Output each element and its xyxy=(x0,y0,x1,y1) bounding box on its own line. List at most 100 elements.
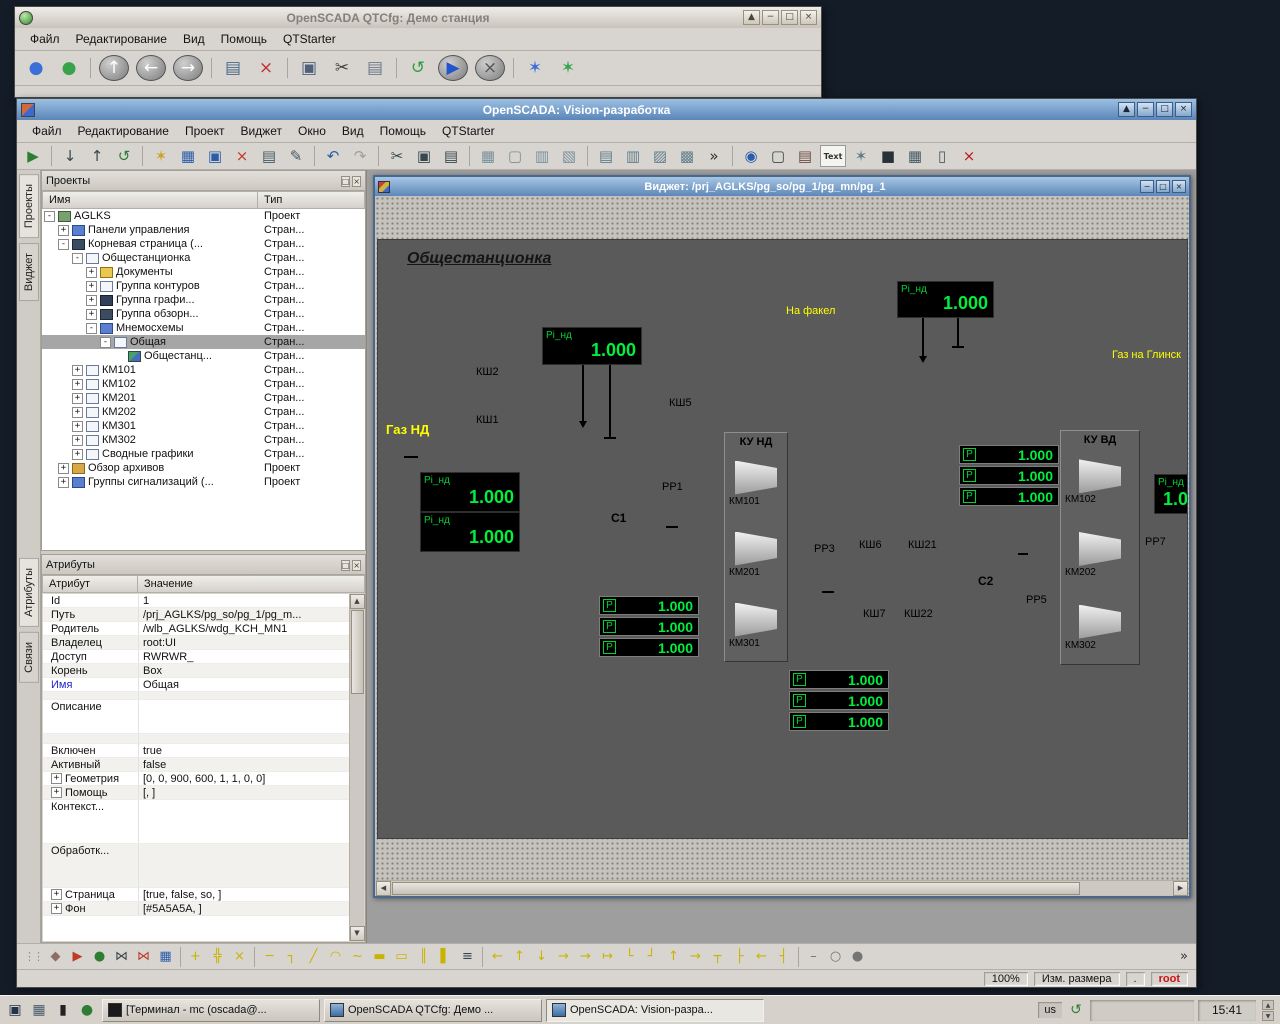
new-container-icon[interactable]: ▦ xyxy=(176,145,200,167)
scroll-up-icon[interactable]: ▲ xyxy=(350,594,365,609)
qtstarter-tray-icon[interactable]: ↺ xyxy=(1066,1000,1086,1020)
toolbar-overflow-icon[interactable]: » xyxy=(1176,949,1192,964)
pipe-down-icon[interactable]: ↓ xyxy=(531,946,552,967)
run-widget-icon[interactable]: ▶ xyxy=(67,946,88,967)
stop-periodic-icon[interactable]: × xyxy=(475,55,505,81)
paste-icon[interactable]: ▤ xyxy=(439,145,463,167)
widget-window-titlebar[interactable]: Виджет: /prj_AGLKS/pg_so/pg_1/pg_mn/pg_1… xyxy=(375,177,1189,196)
tree-row[interactable]: -ОбщаяСтран... xyxy=(42,335,365,349)
widget-edit-icon[interactable]: ✎ xyxy=(284,145,308,167)
new-library-icon[interactable]: ✶ xyxy=(149,145,173,167)
view-resize-icon[interactable]: ▢ xyxy=(503,145,527,167)
tree-expander[interactable]: + xyxy=(72,449,83,460)
paste-item-icon[interactable]: ▤ xyxy=(360,55,390,81)
refresh-icon[interactable]: ↺ xyxy=(403,55,433,81)
attr-row[interactable]: Включенtrue xyxy=(43,744,349,758)
tree-row[interactable]: -ОбщестанционкаСтран... xyxy=(42,251,365,265)
attr-value[interactable]: true xyxy=(139,744,349,757)
hscroll-track[interactable] xyxy=(391,881,1173,896)
show-desktop-icon[interactable]: ▣ xyxy=(4,999,26,1021)
lib-close-icon[interactable]: × xyxy=(957,145,981,167)
tree-row[interactable]: +КМ302Стран... xyxy=(42,433,365,447)
fig-cursor-icon[interactable]: + xyxy=(185,946,206,967)
attr-row[interactable]: +Фон[#5A5A5A, ] xyxy=(43,902,349,916)
pager-icon[interactable]: ▦ xyxy=(28,999,50,1021)
align-center-icon[interactable]: ▥ xyxy=(621,145,645,167)
fig-bezier-icon[interactable]: ~ xyxy=(347,946,368,967)
attr-value[interactable]: RWRWR_ xyxy=(139,650,349,663)
menu-item-Файл[interactable]: Файл xyxy=(25,122,69,140)
tree-expander[interactable]: + xyxy=(86,309,97,320)
attr-value[interactable]: [true, false, so, ] xyxy=(139,888,349,901)
menu-item-Помощь[interactable]: Помощь xyxy=(373,122,433,140)
pipe-right3-icon[interactable]: → xyxy=(685,946,706,967)
close-button[interactable]: × xyxy=(352,560,361,571)
dock-tab-Атрибуты[interactable]: Атрибуты xyxy=(19,558,39,627)
pipe-left-icon[interactable]: ← xyxy=(487,946,508,967)
qtcfg-titlebar[interactable]: OpenSCADA QTCfg: Демо станция ▲−□× xyxy=(15,7,821,28)
pipe-elbow-up-icon[interactable]: └ xyxy=(619,946,640,967)
maximize-button[interactable]: □ xyxy=(781,10,798,25)
toolbar-overflow-icon[interactable]: » xyxy=(702,145,726,167)
taskbar-up-icon[interactable]: ▲ xyxy=(1262,1000,1274,1010)
save-db-icon[interactable]: ● xyxy=(54,55,84,81)
view-levels-icon[interactable]: ▥ xyxy=(530,145,554,167)
dock-tab-Проекты[interactable]: Проекты xyxy=(19,174,39,238)
fig-diagonal-icon[interactable]: ╱ xyxy=(303,946,324,967)
attr-row[interactable]: КореньBox xyxy=(43,664,349,678)
fig-line-icon[interactable]: ─ xyxy=(259,946,280,967)
menu-item-QTStarter[interactable]: QTStarter xyxy=(276,30,343,48)
fig-corner-icon[interactable]: ┐ xyxy=(281,946,302,967)
scroll-thumb[interactable] xyxy=(351,610,364,694)
tree-expander[interactable]: + xyxy=(72,365,83,376)
minimize-button[interactable]: − xyxy=(1140,180,1154,193)
attr-row[interactable]: Путь/prj_AGLKS/pg_so/pg_1/pg_m... xyxy=(43,608,349,622)
minimize-button[interactable]: − xyxy=(1137,102,1154,117)
taskbar-button[interactable]: OpenSCADA: Vision-разра... xyxy=(546,999,764,1022)
align-bottom-icon[interactable]: ▩ xyxy=(675,145,699,167)
pipe-right2-icon[interactable]: → xyxy=(575,946,596,967)
tool-config-icon[interactable]: ✶ xyxy=(520,55,550,81)
calc-icon[interactable]: ▦ xyxy=(155,946,176,967)
menu-item-Вид[interactable]: Вид xyxy=(335,122,371,140)
taskbar-button[interactable]: OpenSCADA QTCfg: Демо ... xyxy=(324,999,542,1022)
web-browser-icon[interactable]: ● xyxy=(76,999,98,1021)
attr-row[interactable]: Id1 xyxy=(43,594,349,608)
widget-properties-icon[interactable]: ▤ xyxy=(257,145,281,167)
go-up-icon[interactable]: ↑ xyxy=(99,55,129,81)
attr-expander[interactable]: + xyxy=(51,889,62,900)
enter-dev-icon[interactable]: ◆ xyxy=(45,946,66,967)
attr-value[interactable]: Общая xyxy=(139,678,349,691)
attr-value[interactable]: 1 xyxy=(139,594,349,607)
align-left-icon[interactable]: ▤ xyxy=(594,145,618,167)
menu-item-Файл[interactable]: Файл xyxy=(23,30,67,48)
copy-icon[interactable]: ▣ xyxy=(412,145,436,167)
tree-expander[interactable]: + xyxy=(72,379,83,390)
tool-config-2-icon[interactable]: ✶ xyxy=(553,55,583,81)
tree-row[interactable]: -AGLKSПроект xyxy=(42,209,365,223)
tree-expander[interactable]: + xyxy=(58,463,69,474)
tree-expander[interactable]: - xyxy=(58,239,69,250)
float-button[interactable]: □ xyxy=(341,560,351,571)
load-item-icon[interactable]: ↓ xyxy=(58,145,82,167)
attr-value[interactable]: /prj_AGLKS/pg_so/pg_1/pg_m... xyxy=(139,608,349,621)
fig-clear-icon[interactable]: × xyxy=(229,946,250,967)
attr-row[interactable]: +Геометрия[0, 0, 900, 600, 1, 1, 0, 0] xyxy=(43,772,349,786)
save-item-icon[interactable]: ↑ xyxy=(85,145,109,167)
lib-doc2-icon[interactable]: ▯ xyxy=(930,145,954,167)
connections-edit-icon[interactable]: ⋈ xyxy=(133,946,154,967)
attr-row[interactable]: Владелецroot:UI xyxy=(43,636,349,650)
cut-item-icon[interactable]: ✂ xyxy=(327,55,357,81)
menu-item-Помощь[interactable]: Помощь xyxy=(214,30,274,48)
tree-expander[interactable]: + xyxy=(72,393,83,404)
mnemo-canvas[interactable]: ОбщестанционкаPi_нд1.000Pi_нд1.000Pi_нд1… xyxy=(377,239,1188,839)
tree-row[interactable]: +КМ201Стран... xyxy=(42,391,365,405)
tree-row[interactable]: +Обзор архивовПроект xyxy=(42,461,365,475)
delete-widget-icon[interactable]: × xyxy=(230,145,254,167)
tree-row[interactable]: +Панели управленияСтран... xyxy=(42,223,365,237)
fig-vbar-icon[interactable]: ║ xyxy=(413,946,434,967)
view-grid-icon[interactable]: ▦ xyxy=(476,145,500,167)
add-widget-icon[interactable]: ▣ xyxy=(203,145,227,167)
pipe-left2-icon[interactable]: ← xyxy=(751,946,772,967)
attr-row[interactable]: Обработк... xyxy=(43,844,349,888)
